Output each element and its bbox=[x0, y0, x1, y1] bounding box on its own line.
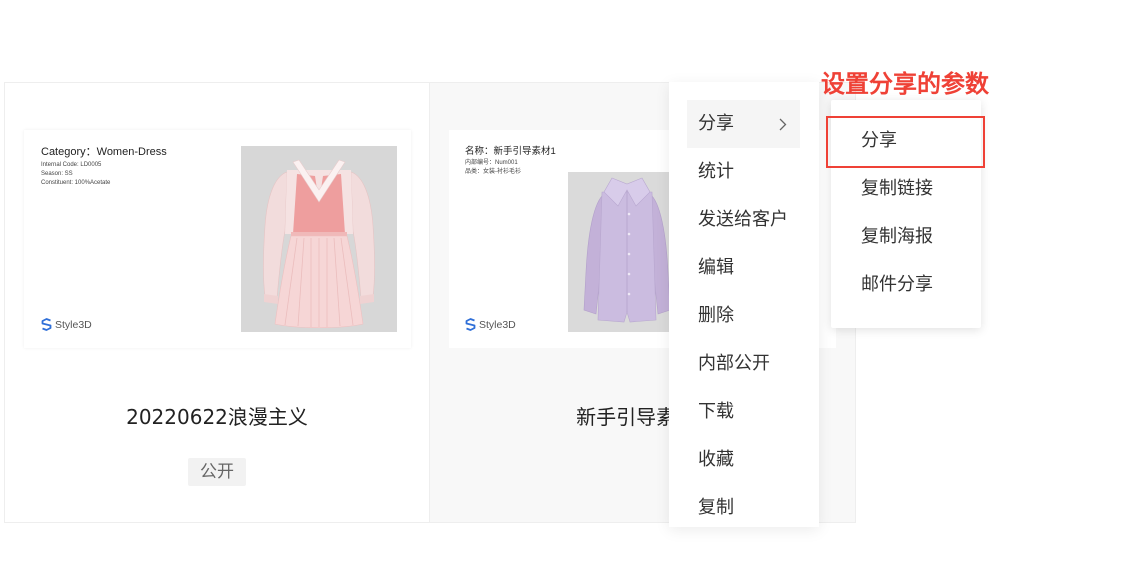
menu-item-label: 复制 bbox=[698, 497, 734, 518]
style3d-logo: Style3D bbox=[41, 318, 92, 331]
menu-item-copy[interactable]: 复制 bbox=[687, 484, 800, 527]
preview-meta-line: 内部编号：Num001 bbox=[465, 160, 518, 166]
preview-meta: Internal Code: LD0005 Season: SS Constit… bbox=[41, 161, 110, 188]
annotation-highlight-box bbox=[826, 116, 985, 168]
preview-heading: 名称：新手引导素材1 bbox=[465, 146, 556, 157]
brand-name: Style3D bbox=[479, 318, 516, 331]
preview-meta-line: Constituent: 100%Acetate bbox=[41, 180, 111, 186]
annotation-title: 设置分享的参数 bbox=[821, 70, 989, 98]
menu-item-delete[interactable]: 删除 bbox=[687, 292, 800, 340]
menu-item-label: 分享 bbox=[698, 113, 734, 134]
brand-name: Style3D bbox=[55, 318, 92, 331]
menu-item-label: 下载 bbox=[698, 401, 734, 422]
menu-item-label: 内部公开 bbox=[698, 353, 770, 374]
menu-item-label: 统计 bbox=[698, 161, 734, 182]
chevron-right-icon bbox=[779, 118, 787, 131]
style3d-logo-icon bbox=[41, 318, 52, 331]
menu-item-download[interactable]: 下载 bbox=[687, 388, 800, 436]
visibility-badge: 公开 bbox=[188, 458, 246, 486]
material-title[interactable]: 20220622浪漫主义 bbox=[5, 403, 429, 431]
submenu-item-copy-poster[interactable]: 复制海报 bbox=[831, 213, 981, 261]
preview-heading: Category：Women-Dress bbox=[41, 146, 167, 158]
style3d-logo-icon bbox=[465, 318, 476, 331]
menu-item-edit[interactable]: 编辑 bbox=[687, 244, 800, 292]
card-context-menu: 分享 统计 发送给客户 编辑 删除 内部公开 下载 收藏 复制 bbox=[669, 82, 819, 527]
preview-meta: 内部编号：Num001 品类：女装-衬衫毛衫 bbox=[465, 159, 521, 177]
menu-item-label: 收藏 bbox=[698, 449, 734, 470]
dress-illustration bbox=[241, 146, 397, 332]
preview-meta-line: 品类：女装-衬衫毛衫 bbox=[465, 169, 521, 175]
material-preview-image: Category：Women-Dress Internal Code: LD00… bbox=[24, 130, 411, 348]
menu-item-label: 编辑 bbox=[698, 257, 734, 278]
menu-item-favorite[interactable]: 收藏 bbox=[687, 436, 800, 484]
menu-item-send-to-customer[interactable]: 发送给客户 bbox=[687, 196, 800, 244]
menu-item-label: 删除 bbox=[698, 305, 734, 326]
style3d-logo: Style3D bbox=[465, 318, 516, 331]
material-card[interactable]: Category：Women-Dress Internal Code: LD00… bbox=[4, 82, 430, 523]
menu-item-label: 发送给客户 bbox=[698, 209, 788, 230]
menu-item-internal-public[interactable]: 内部公开 bbox=[687, 340, 800, 388]
preview-meta-line: Internal Code: LD0005 bbox=[41, 162, 102, 168]
submenu-item-email-share[interactable]: 邮件分享 bbox=[831, 261, 981, 309]
context-menu-list: 分享 统计 发送给客户 编辑 删除 内部公开 下载 收藏 复制 bbox=[687, 100, 800, 527]
menu-item-statistics[interactable]: 统计 bbox=[687, 148, 800, 196]
menu-item-share[interactable]: 分享 bbox=[687, 100, 800, 148]
preview-meta-line: Season: SS bbox=[41, 171, 73, 177]
submenu-item-copy-link[interactable]: 复制链接 bbox=[831, 165, 981, 213]
